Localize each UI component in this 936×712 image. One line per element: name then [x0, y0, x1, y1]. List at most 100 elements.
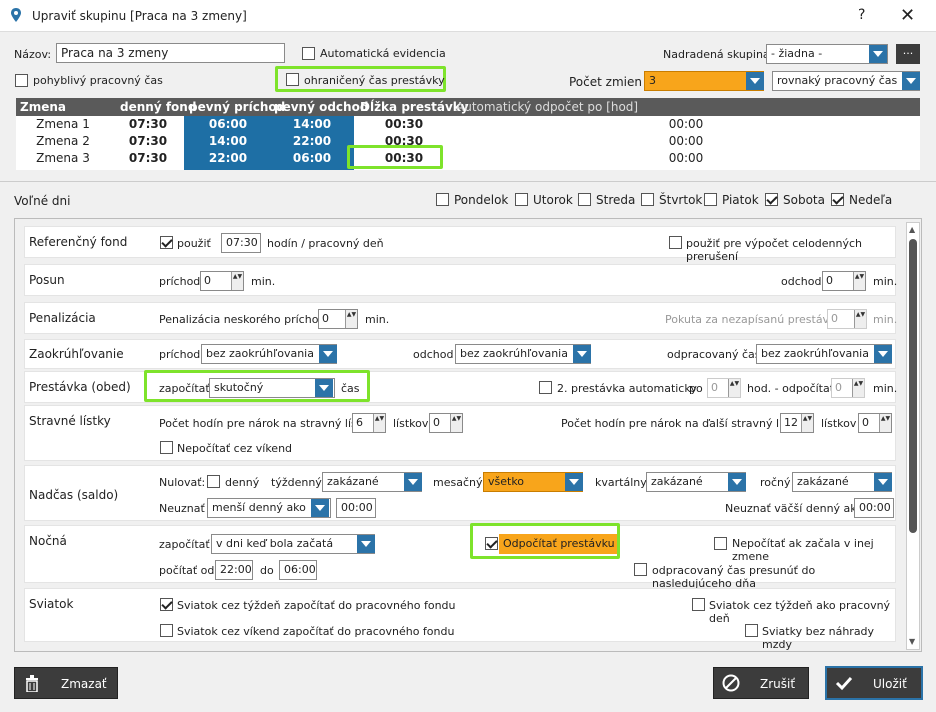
ref-fullday-checkbox[interactable] — [669, 236, 682, 249]
spin-arrows-icon[interactable]: ▲▼ — [450, 414, 462, 432]
round-leave-label: odchod — [413, 348, 454, 361]
cancel-button[interactable]: Zrušiť — [713, 667, 809, 699]
scroll-down-icon[interactable]: ▼ — [909, 637, 915, 646]
ref-use-checkbox[interactable] — [160, 236, 173, 249]
overtime-ignore-time-input[interactable]: 00:00 — [336, 498, 376, 518]
night-no-other-checkbox[interactable] — [714, 537, 727, 550]
spin-arrows-icon[interactable]: ▲▼ — [854, 310, 866, 328]
day-wednesday-checkbox[interactable] — [578, 193, 591, 206]
night-move-checkbox[interactable] — [634, 563, 647, 576]
row1-leave[interactable]: 14:00 — [270, 117, 354, 131]
row3-auto[interactable]: 00:00 — [636, 151, 736, 165]
overtime-section: Nadčas (saldo) Nulovať: denný týždenný z… — [24, 465, 896, 521]
row1-break[interactable]: 00:30 — [356, 117, 452, 131]
day-friday-checkbox[interactable] — [704, 193, 717, 206]
ref-unit-label: hodín / pracovný deň — [267, 237, 384, 250]
round-worked-select[interactable]: bez zaokrúhľovania — [756, 344, 892, 364]
delete-label: Zmazať — [61, 677, 107, 691]
meal-next-label: Počet hodín pre nárok na ďalší stravný l… — [561, 417, 806, 430]
overtime-daily-checkbox[interactable] — [207, 475, 220, 488]
row2-name: Zmena 2 — [36, 134, 90, 148]
row1-auto[interactable]: 00:00 — [636, 117, 736, 131]
holiday-section: Sviatok Sviatok cez týždeň započítať do … — [24, 588, 896, 651]
break-second-checkbox[interactable] — [539, 381, 552, 394]
shift-type-select[interactable]: rovnaký pracovný čas — [772, 71, 920, 91]
auto-evid-checkbox[interactable] — [302, 47, 315, 60]
shift-type-dropdown-icon[interactable] — [902, 72, 920, 90]
checkmark-icon — [835, 676, 853, 691]
row2-fond[interactable]: 07:30 — [116, 134, 180, 148]
scroll-up-icon[interactable]: ▲ — [909, 225, 915, 234]
ref-fullday-label: použiť pre výpočet celodenných prerušení — [686, 237, 863, 263]
holiday-week-work-label: Sviatok cez týždeň ako pracovný deň — [709, 599, 891, 625]
row2-auto[interactable]: 00:00 — [636, 134, 736, 148]
name-label: Názov: — [14, 48, 52, 61]
flexible-checkbox[interactable] — [15, 74, 28, 87]
row3-arrive[interactable]: 22:00 — [186, 151, 270, 165]
night-count-dropdown-icon[interactable] — [357, 535, 375, 553]
spin-arrows-icon[interactable]: ▲▼ — [728, 379, 740, 397]
overtime-ignore-dropdown-icon[interactable] — [311, 499, 329, 517]
meal-weekend-label: Nepočítať cez víkend — [177, 442, 293, 455]
round-worked-dropdown-icon[interactable] — [874, 345, 892, 363]
day-sunday-label: Nedeľa — [849, 193, 893, 207]
col-arrive: pevný príchod — [189, 100, 286, 114]
day-tuesday-checkbox[interactable] — [515, 193, 528, 206]
limited-break-checkbox[interactable] — [286, 73, 299, 86]
meal-tickets-label: lístkov — [393, 417, 429, 430]
overtime-yearly-dropdown-icon[interactable] — [874, 473, 892, 491]
overtime-monthly-dropdown-icon[interactable] — [565, 473, 583, 491]
round-arrive-dropdown-icon[interactable] — [319, 345, 337, 363]
spin-arrows-icon[interactable]: ▲▼ — [852, 379, 864, 397]
holiday-weekend-fund-checkbox[interactable] — [160, 624, 173, 637]
night-title: Nočná — [29, 534, 67, 548]
spin-arrows-icon[interactable]: ▲▼ — [373, 414, 385, 432]
row2-arrive[interactable]: 14:00 — [186, 134, 270, 148]
meal-weekend-checkbox[interactable] — [160, 441, 173, 454]
more-button[interactable]: ... — [896, 44, 920, 64]
row3-fond[interactable]: 07:30 — [116, 151, 180, 165]
name-input[interactable]: Praca na 3 zmeny — [56, 43, 285, 63]
row1-fond[interactable]: 07:30 — [116, 117, 180, 131]
night-to-input[interactable]: 06:00 — [279, 560, 317, 580]
meal-section: Stravné lístky Počet hodín pre nárok na … — [24, 405, 896, 461]
parent-dropdown-icon[interactable] — [869, 45, 887, 63]
day-thursday-checkbox[interactable] — [641, 193, 654, 206]
night-no-other-label: Nepočítať ak začala v inej zmene — [732, 537, 874, 563]
shift-count-dropdown-icon[interactable] — [746, 72, 764, 90]
spin-arrows-icon[interactable]: ▲▼ — [853, 272, 865, 290]
penal-title: Penalizácia — [29, 311, 96, 325]
save-button[interactable]: Uložiť — [826, 667, 922, 699]
day-monday-checkbox[interactable] — [436, 193, 449, 206]
shift-count-label: Počet zmien — [569, 75, 642, 89]
day-saturday-checkbox[interactable] — [765, 193, 778, 206]
round-leave-dropdown-icon[interactable] — [573, 345, 591, 363]
scrollbar[interactable]: ▲ ▼ — [906, 222, 920, 650]
night-from-input[interactable]: 22:00 — [215, 560, 253, 580]
overtime-ignore-more-input[interactable]: 00:00 — [854, 498, 894, 518]
night-count-select[interactable]: v dni keď bola začatá — [211, 534, 375, 554]
day-thursday-label: Štvrtok — [659, 193, 703, 207]
scrollbar-thumb[interactable] — [909, 239, 917, 533]
day-sunday-checkbox[interactable] — [831, 193, 844, 206]
spin-arrows-icon[interactable]: ▲▼ — [879, 414, 891, 432]
delete-button[interactable]: Zmazať — [14, 667, 118, 699]
spin-arrows-icon[interactable]: ▲▼ — [801, 414, 813, 432]
break-second-label: 2. prestávka automaticky — [557, 382, 697, 395]
round-leave-select[interactable]: bez zaokrúhľovania — [455, 344, 591, 364]
holiday-week-work-checkbox[interactable] — [692, 598, 705, 611]
shift-arrive-label: príchod — [159, 275, 201, 288]
close-icon[interactable]: ✕ — [900, 5, 915, 26]
round-arrive-select[interactable]: bez zaokrúhľovania — [201, 344, 337, 364]
row2-leave[interactable]: 22:00 — [270, 134, 354, 148]
ref-hours-input[interactable]: 07:30 — [221, 233, 261, 253]
row1-arrive[interactable]: 06:00 — [186, 117, 270, 131]
overtime-weekly-dropdown-icon[interactable] — [404, 473, 422, 491]
holiday-week-fund-checkbox[interactable] — [160, 598, 173, 611]
help-icon[interactable]: ? — [858, 7, 865, 23]
row3-leave[interactable]: 06:00 — [270, 151, 354, 165]
overtime-quarterly-dropdown-icon[interactable] — [728, 473, 746, 491]
holiday-no-replace-checkbox[interactable] — [745, 624, 758, 637]
spin-arrows-icon[interactable]: ▲▼ — [345, 310, 357, 328]
spin-arrows-icon[interactable]: ▲▼ — [231, 272, 243, 290]
